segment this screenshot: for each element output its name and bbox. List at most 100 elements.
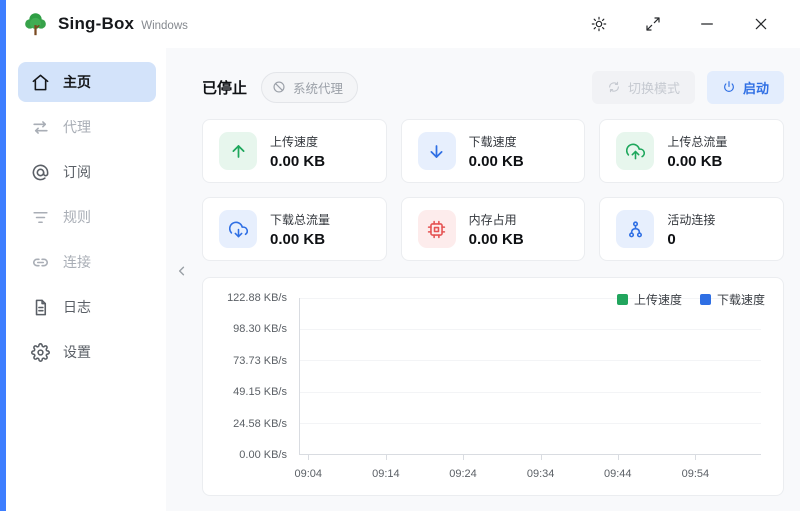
system-proxy-label: 系统代理 [293,78,343,97]
minimize-icon[interactable] [698,15,716,33]
chart-plot-area [299,298,761,455]
link-icon [30,252,50,272]
power-icon [722,80,736,94]
stat-label: 下载总流量 [270,211,330,228]
refresh-icon [607,80,621,94]
start-label: 启动 [743,78,769,97]
y-tick: 24.58 KB/s [203,418,287,430]
cloud-upload-icon [616,132,654,170]
x-tick: 09:14 [372,468,400,480]
legend-item-upload[interactable]: 上传速度 [617,291,682,308]
y-tick: 49.15 KB/s [203,386,287,398]
legend-label: 上传速度 [634,291,682,308]
x-tickmark [308,455,309,460]
sidebar-item-proxy[interactable]: 代理 [18,107,156,147]
stat-card-upload-speed: 上传速度 0.00 KB [202,119,387,183]
sidebar-item-label: 设置 [63,342,91,362]
chart-legend: 上传速度 下载速度 [617,291,765,308]
y-tick: 98.30 KB/s [203,323,287,335]
sidebar: 主页 代理 订阅 [0,48,166,511]
sidebar-item-label: 订阅 [63,162,91,182]
gridline [300,423,761,424]
status-actions: 切换模式 启动 [592,71,784,104]
sidebar-item-connections[interactable]: 连接 [18,242,156,282]
traffic-chart-card: 上传速度 下载速度 122.88 KB/s 98.30 KB/s 73.73 K… [202,277,784,496]
sidebar-item-label: 规则 [63,207,91,227]
arrow-down-icon [418,132,456,170]
app-title: Sing-Box [58,14,134,34]
x-tickmark [463,455,464,460]
stat-label: 活动连接 [667,211,715,228]
x-tickmark [386,455,387,460]
x-tick: 09:44 [604,468,632,480]
gridline [300,392,761,393]
cloud-download-icon [219,210,257,248]
system-proxy-chip[interactable]: 系统代理 [261,72,358,103]
x-tickmark [541,455,542,460]
window-accent-strip [0,0,6,511]
sidebar-item-home[interactable]: 主页 [18,62,156,102]
stats-grid: 上传速度 0.00 KB 下载速度 0.00 KB [202,119,784,261]
prohibit-icon [272,80,286,94]
start-button[interactable]: 启动 [707,71,784,104]
legend-swatch-blue [700,294,711,305]
stat-value: 0.00 KB [667,153,727,170]
legend-label: 下载速度 [717,291,765,308]
sidebar-item-subscription[interactable]: 订阅 [18,152,156,192]
close-icon[interactable] [752,15,770,33]
window-controls [590,15,800,33]
core-status-text: 已停止 [202,77,247,98]
sidebar-collapse-handle-chevron-left-icon[interactable] [174,260,190,282]
stat-label: 内存占用 [469,211,524,228]
sidebar-item-label: 连接 [63,252,91,272]
gear-icon [30,342,50,362]
gridline [300,360,761,361]
x-tick: 09:34 [527,468,555,480]
app-window: Sing-Box Windows [0,0,800,511]
x-tick: 09:04 [294,468,322,480]
x-tickmark [618,455,619,460]
theme-toggle-sun-icon[interactable] [590,15,608,33]
filter-icon [30,207,50,227]
titlebar: Sing-Box Windows [0,0,800,48]
chart-x-axis-ticks [299,455,761,460]
sidebar-item-settings[interactable]: 设置 [18,332,156,372]
sidebar-item-label: 日志 [63,297,91,317]
y-tick: 122.88 KB/s [203,292,287,304]
stat-label: 上传速度 [270,133,325,150]
x-tick: 09:54 [682,468,710,480]
at-sign-icon [30,162,50,182]
legend-item-download[interactable]: 下载速度 [700,291,765,308]
stat-card-download-total: 下载总流量 0.00 KB [202,197,387,261]
main-content: 已停止 系统代理 切换模式 [166,48,800,511]
status-row: 已停止 系统代理 切换模式 [202,72,784,102]
stat-value: 0.00 KB [469,231,524,248]
stat-value: 0.00 KB [469,153,524,170]
sidebar-item-logs[interactable]: 日志 [18,287,156,327]
sidebar-item-rules[interactable]: 规则 [18,197,156,237]
y-tick: 73.73 KB/s [203,355,287,367]
stat-card-download-speed: 下载速度 0.00 KB [401,119,586,183]
chart-x-axis-labels: 09:04 09:14 09:24 09:34 09:44 09:54 [299,468,761,482]
gridline [300,329,761,330]
arrow-up-icon [219,132,257,170]
sidebar-item-label: 主页 [63,72,91,92]
home-icon [30,72,50,92]
stat-card-active-connections: 活动连接 0 [599,197,784,261]
app-logo-tree-icon [22,11,49,38]
x-tickmark [695,455,696,460]
cpu-icon [418,210,456,248]
y-tick: 0.00 KB/s [203,449,287,461]
stat-value: 0 [667,231,715,248]
stat-label: 下载速度 [469,133,524,150]
document-icon [30,297,50,317]
swap-arrows-icon [30,117,50,137]
body-row: 主页 代理 订阅 [0,48,800,511]
x-tick: 09:24 [449,468,477,480]
stat-card-memory: 内存占用 0.00 KB [401,197,586,261]
stat-value: 0.00 KB [270,153,325,170]
stat-value: 0.00 KB [270,231,330,248]
legend-swatch-green [617,294,628,305]
expand-fullscreen-icon[interactable] [644,15,662,33]
switch-mode-button[interactable]: 切换模式 [592,71,695,104]
